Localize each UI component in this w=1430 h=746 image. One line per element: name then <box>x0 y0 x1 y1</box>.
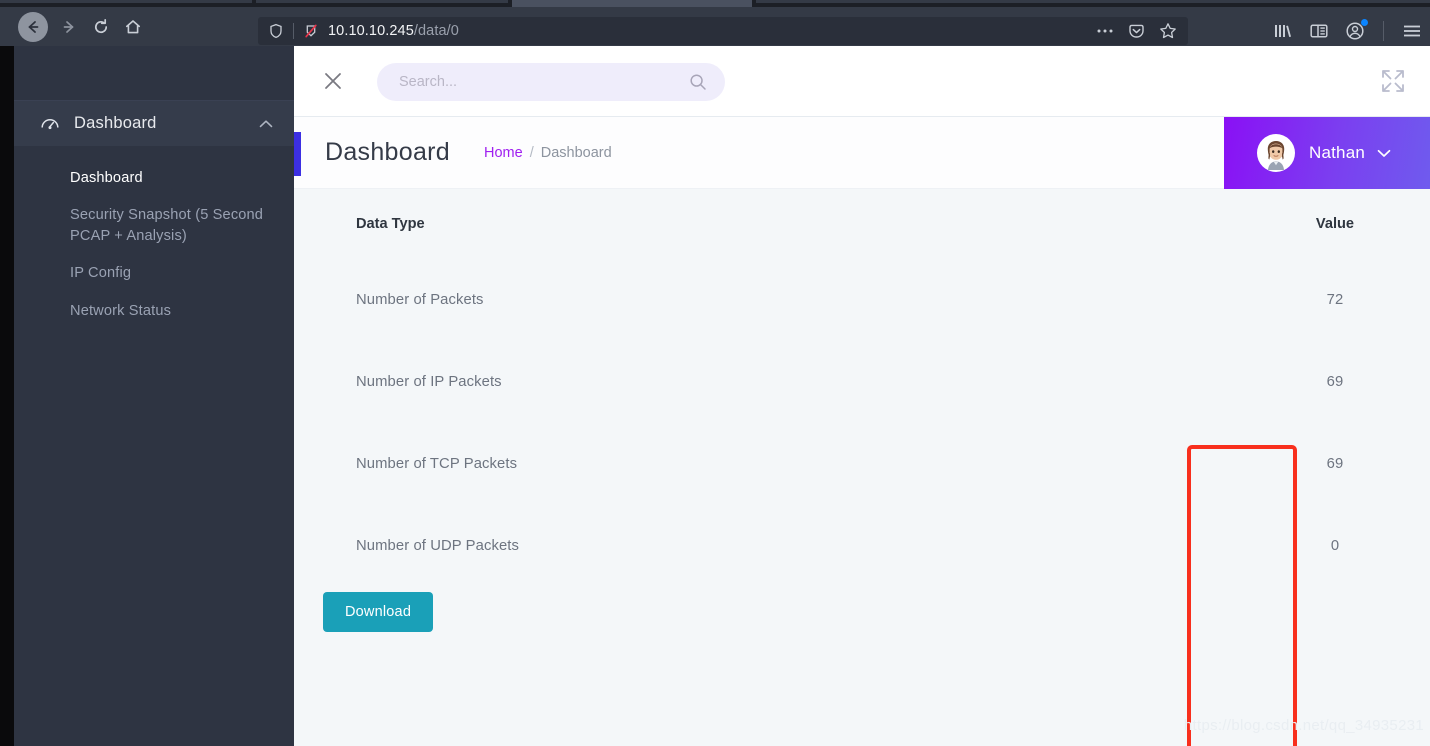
reload-icon <box>92 18 110 36</box>
star-icon[interactable] <box>1159 22 1177 40</box>
browser-tab[interactable] <box>0 0 252 3</box>
toolbar-divider <box>1383 21 1384 41</box>
forward-button[interactable] <box>54 12 84 42</box>
cell-value: 69 <box>1326 374 1344 390</box>
search-icon[interactable] <box>689 73 725 91</box>
cell-value: 72 <box>1326 292 1344 308</box>
cell-data-type: Number of Packets <box>356 292 484 308</box>
table-header: Data Type Value <box>294 189 1430 259</box>
sidebar-item-dashboard[interactable]: Dashboard <box>14 160 294 197</box>
pocket-icon[interactable] <box>1128 23 1145 40</box>
browser-chrome: 10.10.10.245/data/0 <box>0 0 1430 46</box>
sidebar-item-network-status[interactable]: Network Status <box>14 293 294 330</box>
breadcrumb-home-link[interactable]: Home <box>484 145 523 161</box>
cell-data-type: Number of UDP Packets <box>356 538 520 554</box>
hamburger-menu-icon[interactable] <box>1402 23 1422 39</box>
data-table: Data Type Value Number of Packets 72 Num… <box>294 189 1430 587</box>
chevron-down-icon[interactable] <box>1376 147 1392 159</box>
column-header-value: Value <box>1315 216 1355 232</box>
fullscreen-expand-icon[interactable] <box>1380 68 1406 99</box>
breadcrumb: Home / Dashboard <box>484 145 612 161</box>
sidebar-item-security-snapshot[interactable]: Security Snapshot (5 Second PCAP + Analy… <box>14 197 294 255</box>
app-container: Dashboard Home / Dashboard <box>294 46 1430 746</box>
sidebar: Dashboard Dashboard Security Snapshot (5… <box>14 46 294 746</box>
reload-button[interactable] <box>86 12 116 42</box>
url-bar[interactable]: 10.10.10.245/data/0 <box>258 17 1188 45</box>
chevron-up-icon[interactable] <box>258 118 274 130</box>
home-button[interactable] <box>118 12 148 42</box>
watermark: https://blog.csdn.net/qq_34935231 <box>1183 717 1424 734</box>
cell-value: 0 <box>1330 538 1340 554</box>
close-icon[interactable] <box>320 68 346 94</box>
sidebar-item-ip-config[interactable]: IP Config <box>14 255 294 292</box>
content-area: Data Type Value Number of Packets 72 Num… <box>294 189 1430 746</box>
page-title: Dashboard <box>325 138 451 166</box>
url-text: 10.10.10.245/data/0 <box>328 23 459 39</box>
browser-tab[interactable] <box>256 0 508 3</box>
url-host: 10.10.10.245 <box>328 23 414 39</box>
shield-icon[interactable] <box>268 23 284 39</box>
download-button[interactable]: Download <box>323 592 434 632</box>
library-icon[interactable] <box>1273 22 1293 40</box>
url-bar-divider <box>293 23 294 39</box>
account-notification-badge <box>1361 19 1368 26</box>
sidebar-submenu: Dashboard Security Snapshot (5 Second PC… <box>14 146 294 330</box>
table-row: Number of TCP Packets 69 <box>294 423 1430 505</box>
forward-arrow-icon <box>60 18 78 36</box>
column-header-data-type: Data Type <box>356 216 425 232</box>
cell-value: 69 <box>1326 456 1344 472</box>
home-icon <box>124 18 142 36</box>
breadcrumb-separator: / <box>529 144 534 161</box>
breadcrumb-current: Dashboard <box>540 144 612 161</box>
sidebar-icon[interactable] <box>1309 22 1329 40</box>
cell-data-type: Number of TCP Packets <box>356 456 518 472</box>
sidebar-item-dashboard-group[interactable]: Dashboard <box>14 101 294 146</box>
cell-data-type: Number of IP Packets <box>356 374 502 390</box>
speedometer-icon <box>40 116 62 132</box>
browser-navigation-bar: 10.10.10.245/data/0 <box>0 7 1430 46</box>
table-row: Number of IP Packets 69 <box>294 341 1430 423</box>
sidebar-rail <box>0 46 14 746</box>
ellipsis-icon[interactable] <box>1096 28 1114 34</box>
search-bar[interactable] <box>377 63 725 101</box>
sidebar-header <box>14 46 294 101</box>
page-header: Dashboard Home / Dashboard Nathan <box>294 117 1430 189</box>
tracking-protection-off-icon[interactable] <box>303 23 319 39</box>
browser-tab[interactable] <box>756 0 1430 3</box>
header-accent-bar <box>294 132 301 176</box>
back-button[interactable] <box>18 12 48 42</box>
search-input[interactable] <box>377 74 689 90</box>
avatar <box>1257 134 1295 172</box>
table-body: Number of Packets 72 Number of IP Packet… <box>294 259 1430 587</box>
browser-toolbar-right <box>1273 17 1422 45</box>
back-arrow-icon <box>24 18 42 36</box>
url-path: /data/0 <box>413 23 459 39</box>
table-header-row: Data Type Value <box>294 189 1430 259</box>
user-name: Nathan <box>1309 143 1366 162</box>
table-row: Number of UDP Packets 0 <box>294 505 1430 587</box>
sidebar-group-label: Dashboard <box>74 114 157 132</box>
user-menu[interactable]: Nathan <box>1224 117 1430 189</box>
browser-tab-strip <box>0 0 1430 7</box>
app-topbar <box>294 46 1430 117</box>
account-icon[interactable] <box>1345 19 1368 41</box>
table-row: Number of Packets 72 <box>294 259 1430 341</box>
browser-tab-active[interactable] <box>512 0 752 7</box>
url-bar-actions <box>1096 22 1188 40</box>
